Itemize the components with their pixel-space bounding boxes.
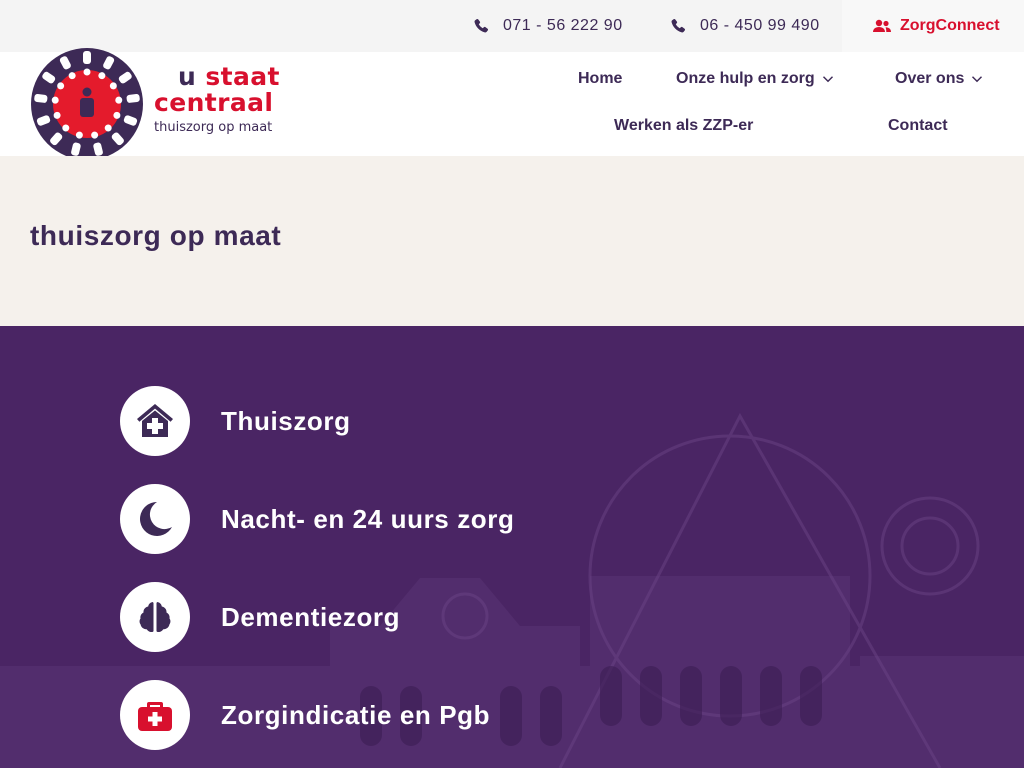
nav-zzp-label: Werken als ZZP-er (614, 117, 754, 134)
nav-home[interactable]: Home (578, 70, 622, 88)
phone-link-2[interactable]: 06 - 450 99 490 (670, 0, 820, 52)
service-label: Zorgindicatie en Pgb (221, 699, 491, 730)
logo-emblem-icon[interactable] (30, 47, 144, 161)
nav-hulp-label: Onze hulp en zorg (676, 70, 815, 87)
phone-number-1: 071 - 56 222 90 (503, 17, 623, 34)
service-icon-circle (120, 386, 190, 456)
page-title: thuiszorg op maat (30, 220, 281, 252)
zorgconnect-link[interactable]: ZorgConnect (842, 0, 1024, 52)
service-label: Thuiszorg (221, 405, 351, 436)
nav-over-ons[interactable]: Over ons (895, 70, 983, 88)
nav-home-label: Home (578, 70, 623, 87)
nav-onze-hulp-en-zorg[interactable]: Onze hulp en zorg (676, 70, 833, 88)
zorgconnect-label: ZorgConnect (900, 17, 1000, 34)
page-title-light: thuiszorg (30, 220, 162, 251)
service-nacht-en-24-uurs-zorg[interactable]: Nacht- en 24 uurs zorg (120, 484, 514, 554)
logo-word-staat: staat (205, 62, 280, 91)
clinic-house-icon (137, 404, 173, 437)
service-zorgindicatie-en-pgb[interactable]: Zorgindicatie en Pgb (120, 680, 490, 750)
brain-icon (139, 602, 171, 633)
logo-wordmark[interactable]: u staat centraal thuiszorg op maat (154, 64, 280, 135)
moon-icon (140, 502, 172, 536)
nav-contact-label: Contact (888, 117, 948, 134)
top-bar: 071 - 56 222 90 06 - 450 99 490 ZorgConn… (0, 0, 1024, 52)
users-icon (873, 19, 891, 32)
nav-over-label: Over ons (895, 70, 965, 87)
service-icon-circle (120, 680, 190, 750)
service-dementiezorg[interactable]: Dementiezorg (120, 582, 400, 652)
services-section: Thuiszorg Nacht- en 24 uurs zorg Dementi… (0, 326, 1024, 768)
phone-link-1[interactable]: 071 - 56 222 90 (473, 0, 623, 52)
logo-tagline: thuiszorg op maat (154, 120, 273, 135)
medical-kit-icon (138, 702, 172, 731)
logo-word-u: u (178, 62, 197, 91)
chevron-down-icon (822, 76, 833, 83)
page-title-bold: op maat (169, 220, 282, 251)
logo-word-centraal: centraal (154, 88, 274, 117)
service-thuiszorg[interactable]: Thuiszorg (120, 386, 351, 456)
nav-werken-als-zzp[interactable]: Werken als ZZP-er (614, 117, 753, 135)
phone-icon (474, 18, 489, 33)
service-label: Nacht- en 24 uurs zorg (221, 503, 515, 534)
service-icon-circle (120, 484, 190, 554)
service-icon-circle (120, 582, 190, 652)
chevron-down-icon (972, 76, 983, 83)
nav-contact[interactable]: Contact (888, 117, 948, 135)
phone-number-2: 06 - 450 99 490 (700, 17, 820, 34)
phone-icon (671, 18, 686, 33)
service-label: Dementiezorg (221, 601, 401, 632)
